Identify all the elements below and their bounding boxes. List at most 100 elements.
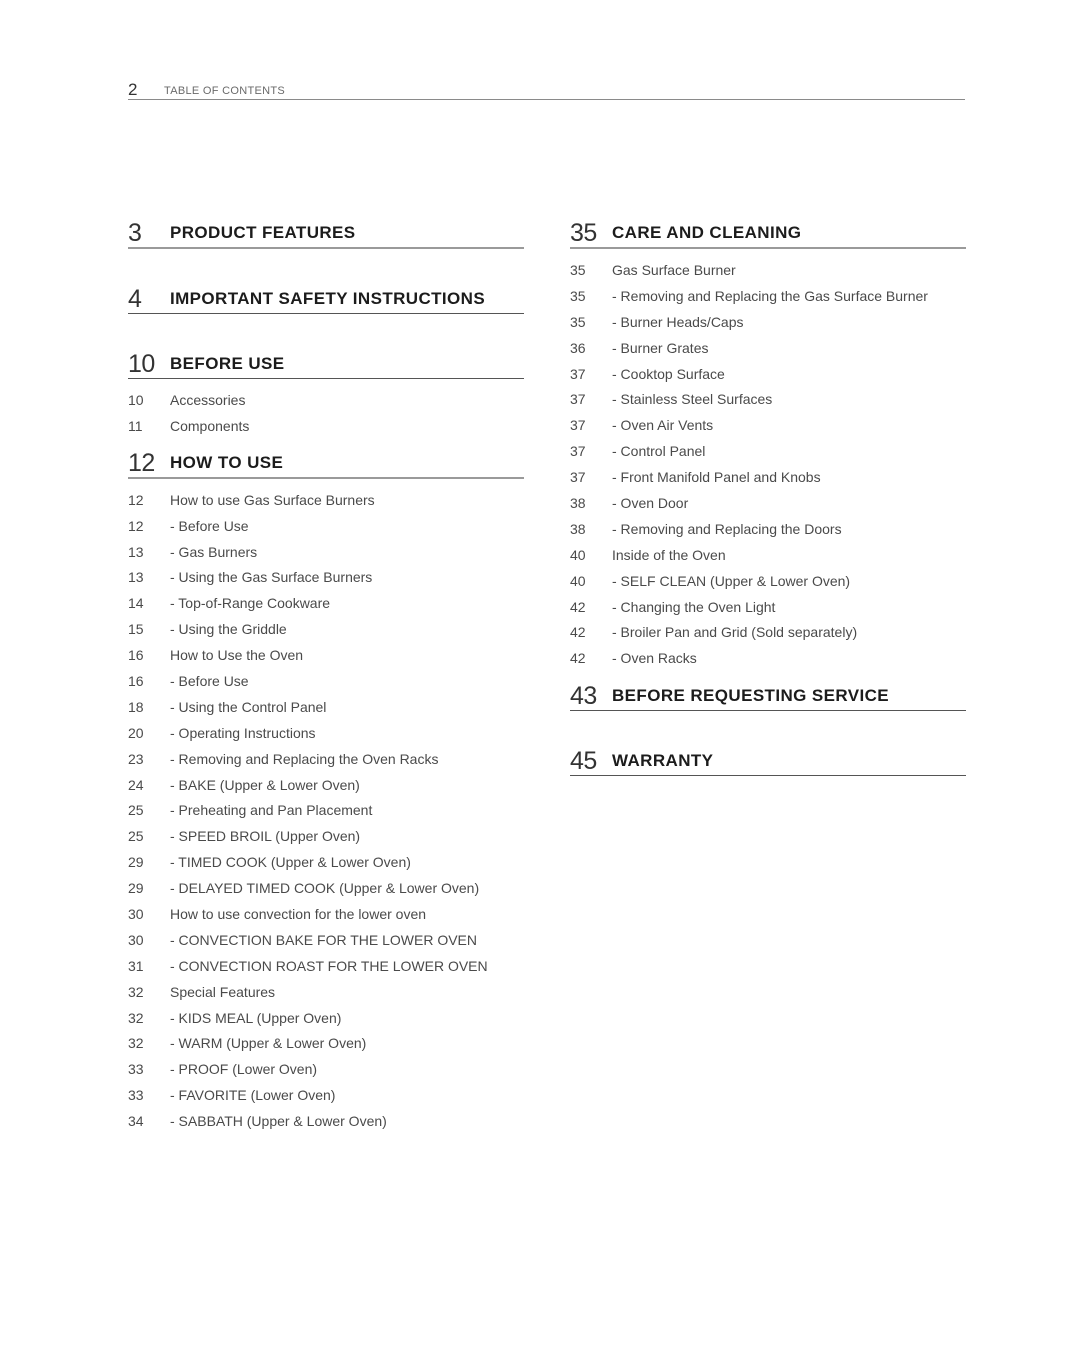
- toc-entry[interactable]: 37 - Stainless Steel Surfaces: [570, 386, 966, 412]
- toc-entry[interactable]: 30 - CONVECTION BAKE FOR THE LOWER OVEN: [128, 927, 524, 953]
- toc-entry[interactable]: 16 - Before Use: [128, 668, 524, 694]
- entry-label: - PROOF (Lower Oven): [170, 1061, 318, 1078]
- toc-entry[interactable]: 36 - Burner Grates: [570, 335, 966, 361]
- toc-entry[interactable]: 32 - WARM (Upper & Lower Oven): [128, 1030, 524, 1056]
- section-heading[interactable]: 12 HOW TO USE: [128, 449, 524, 479]
- toc-entry[interactable]: 42 - Oven Racks: [570, 645, 966, 671]
- entry-label: - Stainless Steel Surfaces: [612, 391, 773, 408]
- entry-label: Special Features: [170, 983, 276, 1000]
- entry-page-number: 42: [570, 598, 586, 615]
- toc-entry[interactable]: 32 Special Features: [128, 979, 524, 1005]
- entry-label: - Oven Door: [612, 494, 689, 511]
- toc-section-before-use: 10 BEFORE USE 10 Accessories 11 Components: [128, 349, 524, 449]
- entry-page-number: 33: [128, 1061, 144, 1078]
- entry-label: - DELAYED TIMED COOK (Upper & Lower Oven…: [170, 880, 480, 897]
- toc-entry[interactable]: 13 - Using the Gas Surface Burners: [128, 564, 524, 590]
- section-title: PRODUCT FEATURES: [170, 223, 356, 242]
- toc-entry[interactable]: 33 - FAVORITE (Lower Oven): [128, 1082, 524, 1108]
- toc-entry-list: 35 Gas Surface Burner 35 - Removing and Rep…: [570, 249, 966, 671]
- section-title: HOW TO USE: [170, 452, 284, 472]
- toc-entry[interactable]: 29 - TIMED COOK (Upper & Lower Oven): [128, 849, 524, 875]
- toc-entry[interactable]: 40 Inside of the Oven: [570, 542, 966, 568]
- section-title: CARE AND CLEANING: [612, 223, 802, 242]
- entry-page-number: 31: [128, 957, 144, 974]
- toc-entry[interactable]: 11 Components: [128, 413, 524, 439]
- toc-entry-list: 12 How to use Gas Surface Burners 12 - Befo…: [128, 479, 524, 1134]
- entry-label: - FAVORITE (Lower Oven): [170, 1087, 336, 1104]
- toc-entry[interactable]: 25 - SPEED BROIL (Upper Oven): [128, 823, 524, 849]
- toc-entry[interactable]: 25 - Preheating and Pan Placement: [128, 797, 524, 823]
- entry-page-number: 23: [128, 750, 144, 767]
- toc-entry[interactable]: 30 How to use convection for the lower ov…: [128, 901, 524, 927]
- toc-entry[interactable]: 20 - Operating Instructions: [128, 720, 524, 746]
- toc-entry[interactable]: 42 - Changing the Oven Light: [570, 594, 966, 620]
- toc-entry[interactable]: 10 Accessories: [128, 387, 524, 413]
- toc-entry[interactable]: 35 - Burner Heads/Caps: [570, 309, 966, 335]
- toc-entry[interactable]: 35 - Removing and Replacing the Gas Surfa…: [570, 283, 966, 309]
- toc-entry[interactable]: 37 - Oven Air Vents: [570, 412, 966, 438]
- entry-page-number: 37: [570, 391, 586, 408]
- section-heading[interactable]: 43 BEFORE REQUESTING SERVICE: [570, 681, 966, 712]
- toc-entry[interactable]: 16 How to Use the Oven: [128, 642, 524, 668]
- entry-label: - Oven Racks: [612, 650, 697, 667]
- entry-page-number: 36: [570, 339, 586, 356]
- section-title: WARRANTY: [612, 751, 714, 771]
- toc-entry[interactable]: 38 - Oven Door: [570, 490, 966, 516]
- entry-page-number: 30: [128, 905, 144, 922]
- toc-entry[interactable]: 14 - Top-of-Range Cookware: [128, 590, 524, 616]
- entry-label: - Broiler Pan and Grid (Sold separately): [612, 624, 858, 641]
- toc-entry[interactable]: 13 - Gas Burners: [128, 539, 524, 565]
- entry-page-number: 37: [570, 365, 586, 382]
- toc-entry[interactable]: 38 - Removing and Replacing the Doors: [570, 516, 966, 542]
- section-heading[interactable]: 45 WARRANTY: [570, 746, 966, 777]
- toc-entry[interactable]: 37 - Front Manifold Panel and Knobs: [570, 464, 966, 490]
- toc-entry[interactable]: 35 Gas Surface Burner: [570, 257, 966, 283]
- toc-entry[interactable]: 31 - CONVECTION ROAST FOR THE LOWER OVEN: [128, 953, 524, 979]
- entry-page-number: 33: [128, 1087, 144, 1104]
- entry-label: How to use Gas Surface Burners: [170, 491, 375, 508]
- toc-entry[interactable]: 24 - BAKE (Upper & Lower Oven): [128, 772, 524, 798]
- toc-entry[interactable]: 34 - SABBATH (Upper & Lower Oven): [128, 1108, 524, 1134]
- toc-entry[interactable]: 18 - Using the Control Panel: [128, 694, 524, 720]
- section-heading[interactable]: 4 IMPORTANT SAFETY INSTRUCTIONS: [128, 284, 524, 314]
- toc-entry[interactable]: 42 - Broiler Pan and Grid (Sold separatel…: [570, 619, 966, 645]
- toc-entry[interactable]: 29 - DELAYED TIMED COOK (Upper & Lower Ov…: [128, 875, 524, 901]
- section-heading[interactable]: 35 CARE AND CLEANING: [570, 219, 966, 249]
- toc-section-how-to-use: 12 HOW TO USE 12 How to use Gas Surface Bur…: [128, 449, 524, 1134]
- entry-label: Accessories: [170, 391, 246, 408]
- toc-entry[interactable]: 12 - Before Use: [128, 513, 524, 539]
- toc-section-care-and-cleaning: 35 CARE AND CLEANING 35 Gas Surface Burner 3…: [570, 219, 966, 681]
- entry-label: - SPEED BROIL (Upper Oven): [170, 828, 361, 845]
- section-heading[interactable]: 10 BEFORE USE: [128, 349, 524, 379]
- entry-page-number: 12: [128, 517, 144, 534]
- entry-label: - Removing and Replacing the Gas Surface…: [612, 287, 928, 304]
- toc-entry[interactable]: 12 How to use Gas Surface Burners: [128, 487, 524, 513]
- toc-entry[interactable]: 33 - PROOF (Lower Oven): [128, 1056, 524, 1082]
- toc-entry[interactable]: 37 - Control Panel: [570, 438, 966, 464]
- toc-section-before-requesting-service: 43 BEFORE REQUESTING SERVICE: [570, 681, 966, 746]
- toc-entry[interactable]: 23 - Removing and Replacing the Oven Rack…: [128, 746, 524, 772]
- entry-label: - Before Use: [170, 672, 249, 689]
- entry-label: - Changing the Oven Light: [612, 598, 776, 615]
- toc-entry[interactable]: 37 - Cooktop Surface: [570, 361, 966, 387]
- entry-label: - KIDS MEAL (Upper Oven): [170, 1009, 342, 1026]
- entry-label: - Before Use: [170, 517, 249, 534]
- entry-label: - Top-of-Range Cookware: [170, 595, 331, 612]
- entry-label: - Operating Instructions: [170, 724, 316, 741]
- toc-entry[interactable]: 32 - KIDS MEAL (Upper Oven): [128, 1005, 524, 1031]
- entry-page-number: 38: [570, 494, 586, 511]
- entry-page-number: 29: [128, 880, 144, 897]
- toc-entry[interactable]: 15 - Using the Griddle: [128, 616, 524, 642]
- entry-label: - TIMED COOK (Upper & Lower Oven): [170, 854, 411, 871]
- section-page-number: 12: [128, 448, 155, 477]
- section-heading[interactable]: 3 PRODUCT FEATURES: [128, 219, 524, 249]
- entry-label: - Removing and Replacing the Doors: [612, 520, 842, 537]
- toc-entry[interactable]: 40 - SELF CLEAN (Upper & Lower Oven): [570, 568, 966, 594]
- entry-label: - Removing and Replacing the Oven Racks: [170, 750, 439, 767]
- entry-page-number: 20: [128, 724, 144, 741]
- page-number: 2: [128, 80, 138, 99]
- entry-label: - Burner Grates: [612, 339, 709, 356]
- entry-page-number: 38: [570, 520, 586, 537]
- entry-page-number: 32: [128, 983, 144, 1000]
